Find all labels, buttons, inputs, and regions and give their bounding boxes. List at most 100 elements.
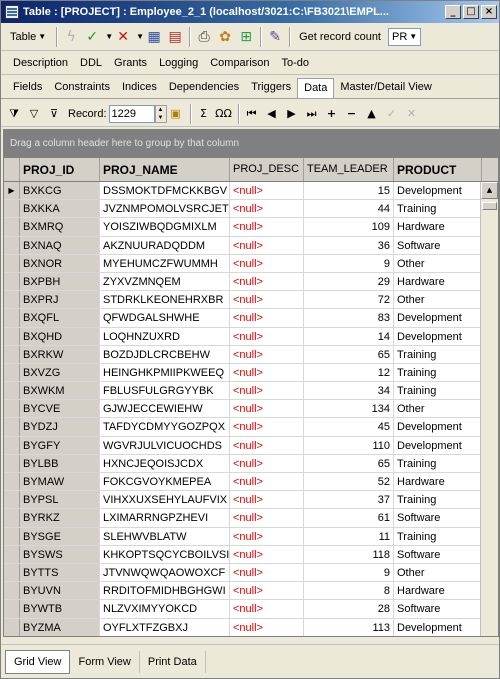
cell-proj-id[interactable]: BYGFY (20, 436, 100, 454)
table-row[interactable]: BYCVE GJWJECCEWIEHW <null> 134 Other (4, 400, 498, 419)
cell-team-leader[interactable]: 72 (304, 291, 394, 309)
cell-proj-name[interactable]: GJWJECCEWIEHW (100, 400, 230, 418)
cell-proj-id[interactable]: BYRKZ (20, 509, 100, 527)
cell-proj-id[interactable]: BYUVN (20, 582, 100, 600)
cell-product[interactable]: Training (394, 491, 482, 509)
table-row[interactable]: BXWKM FBLUSFULGRGYYBK <null> 34 Training (4, 382, 498, 401)
grid-colored-icon[interactable]: ⊞ (236, 27, 256, 47)
table-row[interactable]: BYGFY WGVRJULVICUOCHDS <null> 110 Developmen… (4, 436, 498, 455)
cell-proj-name[interactable]: YOISZIWBQDGMIXLM (100, 218, 230, 236)
view-tab-print-data[interactable]: Print Data (140, 650, 206, 673)
cell-proj-id[interactable]: BYCVE (20, 400, 100, 418)
cell-proj-name[interactable]: HEINGHKPMIIPKWEEQ (100, 363, 230, 382)
column-header-proj-name[interactable]: PROJ_NAME (100, 158, 230, 181)
cell-proj-desc[interactable]: <null> (230, 618, 304, 636)
cell-proj-desc[interactable]: <null> (230, 582, 304, 600)
cell-proj-name[interactable]: NLZVXIMYYOKCD (100, 600, 230, 618)
table-row[interactable]: BXKKA JVZNMPOMOLVSRCJET <null> 44 Training (4, 200, 498, 219)
cell-proj-name[interactable]: VIHXXUXSEHYLAUFVIX (100, 491, 230, 509)
tab-fields[interactable]: Fields (7, 78, 48, 98)
cell-proj-desc[interactable]: <null> (230, 418, 304, 436)
cell-proj-desc[interactable]: <null> (230, 309, 304, 327)
cell-proj-id[interactable]: BYPSL (20, 491, 100, 509)
cell-proj-desc[interactable]: <null> (230, 400, 304, 418)
cell-proj-id[interactable]: BXNOR (20, 254, 100, 272)
commit-check-icon[interactable]: ✓ (82, 27, 102, 47)
table-row[interactable]: BYUVN RRDITOFMIDHBGHGWI <null> 8 Hardware (4, 582, 498, 601)
cell-proj-desc[interactable]: <null> (230, 527, 304, 545)
cell-product[interactable]: Development (394, 182, 482, 200)
cell-proj-id[interactable]: BYLBB (20, 454, 100, 472)
tab-data[interactable]: Data (297, 78, 335, 98)
commit-dropdown-icon[interactable]: ▼ (105, 32, 113, 41)
cell-team-leader[interactable]: 52 (304, 473, 394, 491)
cell-product[interactable]: Development (394, 618, 482, 636)
cell-product[interactable]: Development (394, 418, 482, 436)
cell-proj-id[interactable]: BYSWS (20, 545, 100, 563)
cell-product[interactable]: Training (394, 200, 482, 218)
tab-to-do[interactable]: To-do (276, 54, 316, 74)
view-tab-grid-view[interactable]: Grid View (5, 649, 71, 674)
table-row[interactable]: BYSGE SLEHWVBLATW <null> 11 Training (4, 527, 498, 546)
cell-proj-desc[interactable]: <null> (230, 236, 304, 254)
cell-team-leader[interactable]: 8 (304, 582, 394, 600)
scroll-thumb[interactable] (482, 202, 497, 210)
cell-proj-id[interactable]: BXKKA (20, 200, 100, 218)
tab-ddl[interactable]: DDL (74, 54, 108, 74)
cell-team-leader[interactable]: 34 (304, 382, 394, 400)
table-row[interactable]: BXNOR MYEHUMCZFWUMMH <null> 9 Other (4, 254, 498, 273)
cell-product[interactable]: Other (394, 400, 482, 418)
cell-proj-id[interactable]: BXMRQ (20, 218, 100, 236)
cell-team-leader[interactable]: 37 (304, 491, 394, 509)
tab-comparison[interactable]: Comparison (204, 54, 275, 74)
table-row[interactable]: BYTTS JTVNWQWQAOWOXCF <null> 9 Other (4, 563, 498, 583)
vertical-scrollbar[interactable]: ▲ (480, 182, 498, 636)
cell-proj-desc[interactable]: <null> (230, 382, 304, 400)
cell-product[interactable]: Hardware (394, 272, 482, 291)
close-button[interactable]: × (481, 5, 497, 19)
cell-proj-desc[interactable]: <null> (230, 218, 304, 236)
print-icon[interactable]: ⎙ (194, 27, 214, 47)
pr-select[interactable]: PR ▼ (388, 27, 422, 46)
column-header-product[interactable]: PRODUCT (394, 158, 482, 181)
cell-proj-name[interactable]: MYEHUMCZFWUMMH (100, 254, 230, 272)
cell-product[interactable]: Training (394, 382, 482, 400)
cell-proj-desc[interactable]: <null> (230, 509, 304, 527)
cell-team-leader[interactable]: 29 (304, 272, 394, 291)
cell-proj-name[interactable]: OYFLXTFZGBXJ (100, 618, 230, 636)
cell-proj-name[interactable]: SLEHWVBLATW (100, 527, 230, 545)
puzzle-icon[interactable]: ✿ (215, 27, 235, 47)
cell-product[interactable]: Hardware (394, 582, 482, 600)
cell-product[interactable]: Development (394, 436, 482, 454)
cell-proj-desc[interactable]: <null> (230, 454, 304, 472)
cell-team-leader[interactable]: 9 (304, 254, 394, 272)
cell-proj-desc[interactable]: <null> (230, 545, 304, 563)
cell-proj-id[interactable]: BYTTS (20, 563, 100, 582)
cell-proj-name[interactable]: LXIMARRNGPZHEVI (100, 509, 230, 527)
cell-product[interactable]: Training (394, 363, 482, 382)
cell-proj-id[interactable]: BXWKM (20, 382, 100, 400)
table-row[interactable]: ▶ BXKCG DSSMOKTDFMCKKBGV <null> 15 Developmen… (4, 182, 498, 201)
cell-team-leader[interactable]: 61 (304, 509, 394, 527)
cell-proj-id[interactable]: BXRKW (20, 345, 100, 363)
rollback-dropdown-icon[interactable]: ▼ (136, 32, 144, 41)
cell-proj-id[interactable]: BXNAQ (20, 236, 100, 254)
cell-team-leader[interactable]: 118 (304, 545, 394, 563)
table-row[interactable]: BYMAW FOKCGVOYKMEPEA <null> 52 Hardware (4, 473, 498, 492)
tab-dependencies[interactable]: Dependencies (163, 78, 245, 98)
cell-proj-name[interactable]: JVZNMPOMOLVSRCJET (100, 200, 230, 218)
cell-proj-name[interactable]: FBLUSFULGRGYYBK (100, 382, 230, 400)
cell-proj-name[interactable]: ZYXVZMNQEM (100, 272, 230, 291)
cell-team-leader[interactable]: 28 (304, 600, 394, 618)
table-row[interactable]: BXPBH ZYXVZMNQEM <null> 29 Hardware (4, 272, 498, 292)
minimize-button[interactable]: _ (445, 5, 461, 19)
table-row[interactable]: BXRKW BOZDJDLCRCBEHW <null> 65 Training (4, 345, 498, 364)
cell-proj-desc[interactable]: <null> (230, 563, 304, 582)
cell-product[interactable]: Other (394, 291, 482, 309)
column-header-proj-id[interactable]: PROJ_ID (20, 158, 100, 181)
cell-proj-id[interactable]: BYSGE (20, 527, 100, 545)
tab-grants[interactable]: Grants (108, 54, 153, 74)
tab-description[interactable]: Description (7, 54, 74, 74)
cell-product[interactable]: Other (394, 563, 482, 582)
cell-proj-desc[interactable]: <null> (230, 600, 304, 618)
